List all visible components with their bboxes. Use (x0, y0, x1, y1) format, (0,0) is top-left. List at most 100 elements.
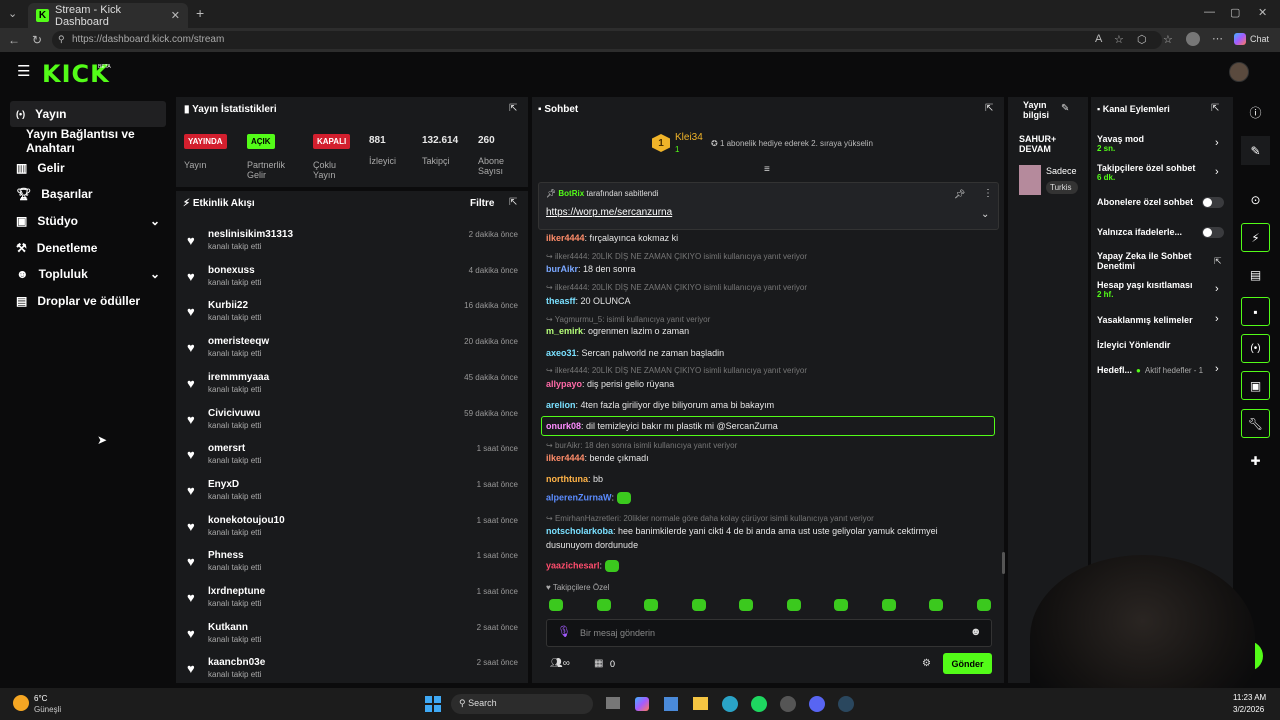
chat-settings-icon[interactable]: ⚙ (922, 658, 931, 669)
activity-item[interactable]: ♥ Kurbii22 kanalı takip etti 16 dakika önce (182, 298, 522, 332)
chevron-right-icon[interactable]: › (1215, 363, 1219, 375)
action-ai-moderation[interactable]: Yapay Zeka ile Sohbet Denetimi (1097, 251, 1202, 271)
close-tab-icon[interactable]: ✕ (171, 9, 180, 22)
activity-item[interactable]: ♥ bonexuss kanalı takip etti 4 dakika önce (182, 263, 522, 297)
popout-icon[interactable]: ⇱ (1211, 103, 1219, 114)
task-view-icon[interactable] (606, 697, 620, 709)
sidebar-item-basarilar[interactable]: 🏆︎ Başarılar (10, 181, 166, 207)
microphone-icon[interactable]: 🎙︎ (557, 625, 571, 638)
url-field[interactable]: https://dashboard.kick.com/stream (52, 31, 1162, 49)
copilot-chat-button[interactable]: Chat (1234, 33, 1269, 45)
sidebar-item-yayin[interactable]: (•) Yayın (10, 101, 166, 127)
action-followers-only[interactable]: Takipçilere özel sohbet 6 dk. (1097, 163, 1225, 182)
sidebar-item-studyo[interactable]: ▣ Stüdyo ⌄ (10, 208, 166, 234)
tab-list-icon[interactable]: ⌄ (8, 7, 17, 20)
store-icon[interactable]: ▦ (594, 658, 603, 669)
subscribers-only-toggle[interactable] (1202, 197, 1224, 208)
external-link-icon[interactable]: ⇱ (1214, 256, 1222, 267)
chat-scrollbar[interactable] (1002, 552, 1005, 574)
sidebar-item-denetleme[interactable]: ⚒ Denetleme (10, 235, 166, 261)
back-icon[interactable]: ← (8, 33, 20, 47)
sidebar-item-droplar[interactable]: ▤ Droplar ve ödüller (10, 288, 166, 314)
activity-item[interactable]: ♥ Kutkann kanalı takip etti 2 saat önce (182, 620, 522, 654)
action-slow-mode[interactable]: Yavaş mod 2 sn. (1097, 134, 1225, 153)
chevron-down-icon[interactable]: ⌄ (981, 209, 989, 220)
channel-actions-toggle-icon[interactable]: 🔧︎ (1241, 409, 1270, 438)
emote-icon[interactable] (786, 599, 801, 611)
activity-toggle-icon[interactable]: ⚡︎ (1241, 223, 1270, 252)
chat-message[interactable]: allypayo: diş perisi gelio rüyana (546, 379, 674, 389)
chat-message[interactable]: alperenZurnaW: (546, 492, 631, 504)
camera-icon[interactable]: ⊙ (1241, 185, 1270, 214)
popout-icon[interactable]: ⇱ (509, 103, 517, 114)
chat-message[interactable]: yaazichesarl: (546, 560, 619, 572)
chat-message[interactable]: arelion: 4ten fazla giriliyor diye biliy… (546, 400, 774, 410)
browser-tab[interactable]: K Stream - Kick Dashboard ✕ (28, 3, 188, 28)
pinned-link[interactable]: https://worp.me/sercanzurna (546, 207, 672, 218)
activity-item[interactable]: ♥ lxrdneptune kanalı takip etti 1 saat önce (182, 584, 522, 618)
chat-message[interactable]: theasff: 20 OLUNCA (546, 296, 631, 306)
more-menu-icon[interactable]: ⋯ (1212, 32, 1223, 45)
popout-icon[interactable]: ⇱ (509, 197, 517, 208)
emotes-only-toggle[interactable] (1202, 227, 1224, 238)
activity-item[interactable]: ♥ Civicivuwu kanalı takip etti 59 dakika ön… (182, 406, 522, 440)
favorite-icon[interactable]: ☆ (1114, 33, 1124, 46)
sidebar-item-stream-key[interactable]: Yayın Bağlantısı ve Anahtarı (10, 127, 172, 155)
weather-icon[interactable] (13, 695, 29, 711)
chat-username[interactable]: allypayo (546, 379, 582, 389)
action-redirect-viewers[interactable]: İzleyici Yönlendir (1097, 340, 1225, 350)
edit-icon[interactable]: ✎ (1061, 103, 1069, 114)
action-banned-words[interactable]: Yasaklanmış kelimeler (1097, 315, 1225, 325)
chat-message[interactable]: onurk08: dil temizleyici bakır mı plasti… (546, 421, 778, 431)
chat-message[interactable]: notscholarkoba: hee banimkilerde yani ci… (546, 526, 938, 536)
user-avatar[interactable] (1229, 62, 1249, 82)
unpin-icon[interactable]: 📌︎ (954, 189, 965, 200)
emote-icon[interactable] (834, 599, 848, 611)
action-account-age[interactable]: Hesap yaşı kısıtlaması 2 hf. (1097, 280, 1225, 299)
maximize-icon[interactable]: ▢ (1230, 6, 1240, 19)
chat-username[interactable]: onurk08 (546, 421, 581, 431)
activity-item[interactable]: ♥ omersrt kanalı takip etti 1 saat önce (182, 441, 522, 475)
activity-item[interactable]: ♥ iremmmyaaa kanalı takip etti 45 dakika ön… (182, 370, 522, 404)
chat-username[interactable]: ilker4444 (546, 233, 585, 243)
minimize-icon[interactable]: — (1204, 6, 1215, 18)
chat-message[interactable]: ilker4444: bende çıkmadı (546, 453, 649, 463)
reload-icon[interactable]: ↻ (32, 33, 42, 47)
activity-item[interactable]: ♥ Phness kanalı takip etti 1 saat önce (182, 548, 522, 582)
viewers-infinity-icon[interactable]: 👥︎∞ (550, 658, 570, 669)
chat-username[interactable]: ilker4444 (546, 453, 585, 463)
steam-icon[interactable] (838, 696, 854, 712)
activity-item[interactable]: ♥ konekotoujou10 kanalı takip etti 1 saat ö… (182, 513, 522, 547)
taskbar-search[interactable]: ⚲ Search (451, 694, 593, 714)
chat-message[interactable]: northtuna: bb (546, 474, 603, 484)
emote-icon[interactable] (549, 599, 563, 611)
favorites-bar-icon[interactable]: ☆ (1163, 33, 1173, 46)
chat-username[interactable]: m_emirk (546, 326, 583, 336)
chat-username[interactable]: yaazichesarl (546, 560, 600, 570)
chat-username[interactable]: northtuna (546, 474, 588, 484)
action-goals[interactable]: Hedefl... ● Aktif hedefler - 1 (1097, 365, 1225, 375)
chat-username[interactable]: burAikr (546, 264, 578, 274)
popout-icon[interactable]: ⇱ (985, 103, 993, 114)
copilot-app-icon[interactable] (635, 697, 649, 711)
chat-message[interactable]: burAikr: 18 den sonra (546, 264, 636, 274)
chat-message[interactable]: m_emirk: ogrenmen lazim o zaman (546, 326, 689, 336)
chat-username[interactable]: axeo31 (546, 348, 577, 358)
store-app-icon[interactable] (664, 697, 678, 711)
chat-username[interactable]: alperenZurnaW (546, 492, 612, 502)
emote-icon[interactable] (596, 599, 611, 611)
chevron-right-icon[interactable]: › (1215, 166, 1219, 178)
activity-item[interactable]: ♥ EnyxD kanalı takip etti 1 saat önce (182, 477, 522, 511)
edge-browser-icon[interactable] (722, 696, 738, 712)
stream-info-toggle-icon[interactable]: ▣ (1241, 371, 1270, 400)
sidebar-item-gelir[interactable]: ▥ Gelir (10, 155, 166, 181)
close-window-icon[interactable]: ✕ (1258, 6, 1267, 19)
emote-icon[interactable] (644, 599, 658, 611)
emoji-picker-icon[interactable]: ☻ (970, 626, 982, 638)
filter-button[interactable]: Filtre (470, 198, 494, 209)
chat-username[interactable]: theasff (546, 296, 576, 306)
discord-icon[interactable] (809, 696, 825, 712)
emote-icon[interactable] (929, 599, 943, 611)
chat-message[interactable]: dusunuyom dordunude (546, 540, 638, 550)
chat-username[interactable]: arelion (546, 400, 576, 410)
